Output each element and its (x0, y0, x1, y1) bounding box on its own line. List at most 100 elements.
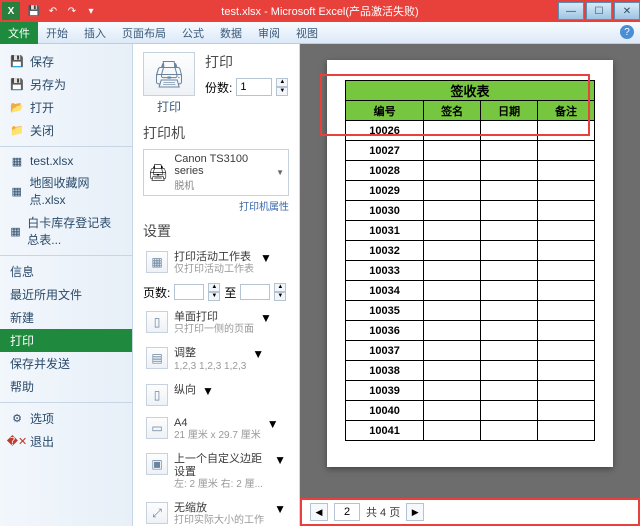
sidebar-recent-3[interactable]: ▦白卡库存登记表总表... (0, 211, 132, 251)
sidebar-saveas[interactable]: 💾另存为 (0, 73, 132, 96)
maximize-button[interactable]: ☐ (586, 2, 612, 20)
backstage-sidebar: 💾保存 💾另存为 📂打开 📁关闭 ▦test.xlsx ▦地图收藏网点.xlsx… (0, 44, 133, 526)
table-header: 编号 (346, 101, 424, 121)
printer-properties-link[interactable]: 打印机属性 (143, 198, 289, 213)
print-preview: 签收表 编号签名日期备注 100261002710028100291003010… (300, 44, 640, 526)
portrait-icon: ▯ (146, 384, 168, 406)
sidebar-close[interactable]: 📁关闭 (0, 119, 132, 142)
sidebar-help[interactable]: 帮助 (0, 375, 132, 398)
qat-dropdown-icon[interactable]: ▾ (83, 3, 99, 19)
sidebar-new[interactable]: 新建 (0, 306, 132, 329)
table-row: 10030 (346, 201, 595, 221)
table-row: 10035 (346, 301, 595, 321)
sidebar-exit[interactable]: �✕退出 (0, 430, 132, 453)
saveas-icon: 💾 (10, 78, 24, 92)
opt-oneside[interactable]: ▯单面打印只打印一侧的页面▼ (143, 307, 289, 340)
window-titlebar: X 💾 ↶ ↷ ▾ test.xlsx - Microsoft Excel(产品… (0, 0, 640, 22)
sidebar-saveandsend[interactable]: 保存并发送 (0, 352, 132, 375)
table-row: 10031 (346, 221, 595, 241)
open-icon: 📂 (10, 101, 24, 115)
prev-page-button[interactable]: ◀ (310, 503, 328, 521)
page-number-input[interactable] (334, 503, 360, 521)
sidebar-save[interactable]: 💾保存 (0, 50, 132, 73)
opt-margins[interactable]: ▣上一个自定义边距设置左: 2 厘米 右: 2 厘...▼ (143, 449, 289, 495)
undo-icon[interactable]: ↶ (45, 3, 61, 19)
tab-file[interactable]: 文件 (0, 22, 38, 44)
sidebar-options[interactable]: ⚙选项 (0, 407, 132, 430)
opt-papersize[interactable]: ▭A421 厘米 x 29.7 厘米▼ (143, 413, 289, 446)
copies-up[interactable]: ▲ (276, 78, 288, 87)
exit-icon: �✕ (10, 435, 24, 449)
chevron-down-icon: ▼ (276, 168, 284, 177)
copies-input[interactable] (236, 78, 272, 96)
print-button-label: 打印 (157, 98, 181, 115)
sheet-icon: ▦ (146, 251, 168, 273)
opt-scale[interactable]: ⤢无缩放打印实际大小的工作表▼ (143, 498, 289, 526)
margins-icon: ▣ (146, 453, 168, 475)
sidebar-print[interactable]: 打印 (0, 329, 132, 352)
collate-icon: ▤ (146, 347, 168, 369)
preview-table: 签收表 编号签名日期备注 100261002710028100291003010… (345, 80, 595, 441)
ribbon: 文件 开始 插入 页面布局 公式 数据 审阅 视图 ? (0, 22, 640, 44)
settings-section-title: 设置 (143, 221, 289, 241)
printer-selector[interactable]: 🖨 Canon TS3100 series脱机 ▼ (143, 149, 289, 196)
preview-nav: ◀ 共 4 页 ▶ (300, 498, 640, 526)
save-icon[interactable]: 💾 (26, 3, 42, 19)
table-row: 10034 (346, 281, 595, 301)
table-row: 10038 (346, 361, 595, 381)
redo-icon[interactable]: ↷ (64, 3, 80, 19)
printer-section-title: 打印机 (143, 123, 289, 143)
window-title: test.xlsx - Microsoft Excel(产品激活失败) (221, 3, 418, 19)
copies-down[interactable]: ▼ (276, 87, 288, 96)
page-to-input[interactable] (240, 284, 270, 300)
tab-formulas[interactable]: 公式 (174, 22, 212, 44)
table-row: 10026 (346, 121, 595, 141)
table-header: 备注 (538, 101, 595, 121)
page-icon: ▯ (146, 311, 168, 333)
pages-label: 页数: (143, 284, 170, 301)
table-row: 10036 (346, 321, 595, 341)
table-row: 10039 (346, 381, 595, 401)
opt-active-sheet[interactable]: ▦打印活动工作表仅打印活动工作表▼ (143, 247, 289, 280)
sidebar-recent-1[interactable]: ▦test.xlsx (0, 151, 132, 171)
help-icon[interactable]: ? (620, 25, 634, 39)
table-row: 10027 (346, 141, 595, 161)
sidebar-recentfiles[interactable]: 最近所用文件 (0, 283, 132, 306)
table-row: 10032 (346, 241, 595, 261)
table-header: 签名 (424, 101, 481, 121)
table-row: 10033 (346, 261, 595, 281)
table-row: 10029 (346, 181, 595, 201)
quick-access-toolbar: 💾 ↶ ↷ ▾ (26, 3, 99, 19)
sidebar-open[interactable]: 📂打开 (0, 96, 132, 119)
next-page-button[interactable]: ▶ (406, 503, 424, 521)
table-row: 10040 (346, 401, 595, 421)
preview-page: 签收表 编号签名日期备注 100261002710028100291003010… (327, 60, 613, 467)
table-header: 日期 (481, 101, 538, 121)
page-from-input[interactable] (174, 284, 204, 300)
scale-icon: ⤢ (146, 502, 168, 524)
table-row: 10041 (346, 421, 595, 441)
opt-collate[interactable]: ▤调整1,2,3 1,2,3 1,2,3▼ (143, 343, 289, 376)
tab-view[interactable]: 视图 (288, 22, 326, 44)
sidebar-recent-2[interactable]: ▦地图收藏网点.xlsx (0, 171, 132, 211)
printer-icon: 🖨 (148, 163, 168, 183)
tab-data[interactable]: 数据 (212, 22, 250, 44)
tab-home[interactable]: 开始 (38, 22, 76, 44)
xlsx-icon: ▦ (10, 224, 21, 238)
print-button[interactable]: 🖨 (143, 52, 195, 96)
close-button[interactable]: ✕ (614, 2, 640, 20)
chevron-down-icon: ▼ (260, 251, 272, 265)
close-icon: 📁 (10, 124, 24, 138)
table-row: 10037 (346, 341, 595, 361)
tab-pagelayout[interactable]: 页面布局 (114, 22, 174, 44)
save-icon: 💾 (10, 55, 24, 69)
sidebar-info[interactable]: 信息 (0, 260, 132, 283)
tab-insert[interactable]: 插入 (76, 22, 114, 44)
xlsx-icon: ▦ (10, 154, 24, 168)
xlsx-icon: ▦ (10, 184, 23, 198)
opt-orientation[interactable]: ▯纵向▼ (143, 380, 289, 410)
copies-label: 份数: (205, 79, 232, 96)
page-total-label: 共 4 页 (366, 504, 400, 520)
tab-review[interactable]: 审阅 (250, 22, 288, 44)
minimize-button[interactable]: — (558, 2, 584, 20)
